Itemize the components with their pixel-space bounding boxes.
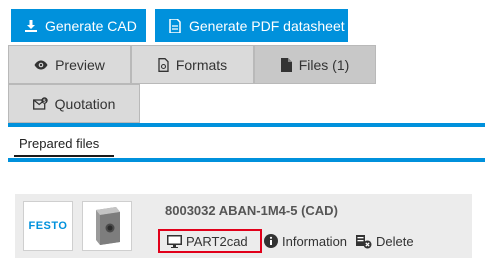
information-button[interactable]: Information xyxy=(264,229,347,253)
tab-preview-label: Preview xyxy=(55,56,105,73)
generate-cad-button[interactable]: Generate CAD xyxy=(11,9,146,42)
eye-icon xyxy=(34,60,48,70)
file-pdf-icon xyxy=(169,18,181,33)
tab-files-label: Files (1) xyxy=(298,56,350,73)
part2cad-button[interactable]: PART2cad xyxy=(158,229,262,253)
tab-formats[interactable]: Formats xyxy=(131,45,254,84)
generate-pdf-label: Generate PDF datasheet xyxy=(189,17,345,34)
tab-formats-label: Formats xyxy=(175,56,228,73)
delete-icon xyxy=(356,234,372,249)
download-icon xyxy=(25,19,37,32)
subtab-divider xyxy=(8,158,485,162)
monitor-icon xyxy=(167,234,182,248)
tab-prepared-files-label: Prepared files xyxy=(19,136,100,151)
delete-button[interactable]: Delete xyxy=(356,229,414,253)
generate-cad-label: Generate CAD xyxy=(45,17,137,34)
brand-logo-thumbnail: FESTO xyxy=(23,201,73,251)
tabs-divider xyxy=(8,123,485,127)
tab-prepared-files[interactable]: Prepared files xyxy=(14,131,114,157)
tab-files[interactable]: Files (1) xyxy=(254,45,376,84)
information-label: Information xyxy=(282,233,348,249)
part2cad-label: PART2cad xyxy=(186,233,248,249)
part-preview-thumbnail[interactable] xyxy=(82,201,132,251)
file-title: 8003032 ABAN-1M4-5 (CAD) xyxy=(165,203,338,218)
delete-label: Delete xyxy=(376,233,414,249)
info-icon xyxy=(264,234,278,248)
file-icon xyxy=(280,57,292,72)
tab-quotation-label: Quotation xyxy=(54,95,116,112)
prepared-file-card: FESTO 8003032 ABAN-1M4-5 (CAD) PART2cad … xyxy=(15,194,472,258)
svg-text:$: $ xyxy=(43,99,46,105)
part-3d-icon xyxy=(96,207,120,245)
tab-quotation[interactable]: $ Quotation xyxy=(8,84,140,123)
generate-pdf-datasheet-button[interactable]: Generate PDF datasheet xyxy=(155,9,348,42)
tab-preview[interactable]: Preview xyxy=(8,45,131,84)
document-icon xyxy=(158,57,169,72)
quotation-icon: $ xyxy=(32,97,48,110)
brand-logo: FESTO xyxy=(28,220,68,232)
